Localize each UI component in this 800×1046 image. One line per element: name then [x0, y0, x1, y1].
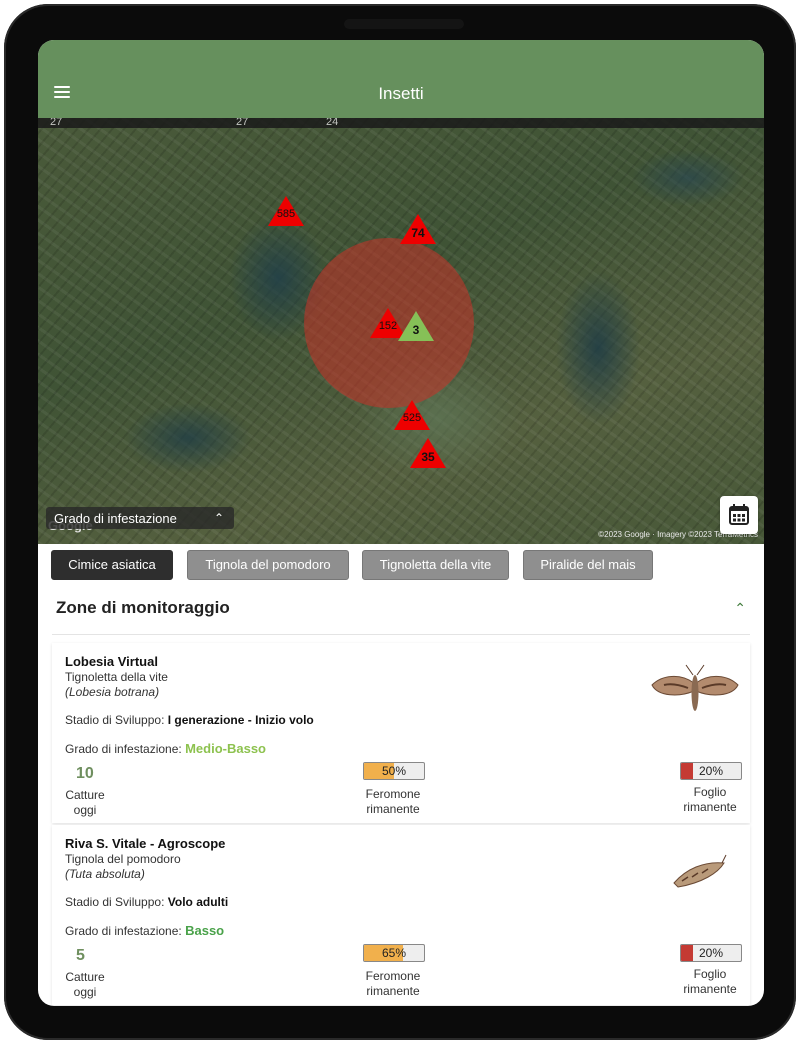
- catch-count: 5: [76, 947, 85, 964]
- pheromone-percent: 65%: [381, 946, 407, 960]
- sheet-label: Foglio rimanente: [683, 967, 737, 996]
- calendar-icon: [729, 504, 749, 525]
- divider: [52, 634, 750, 635]
- catch-count-label: Catture oggi: [65, 788, 105, 817]
- marker-count: 74: [411, 226, 425, 240]
- camera-notch: [344, 19, 464, 29]
- zone-name: Riva S. Vitale - Agroscope: [65, 836, 226, 851]
- chevron-up-icon[interactable]: ⌃: [734, 600, 746, 617]
- marker-count: 35: [421, 450, 435, 464]
- insect-scientific-name: (Tuta absoluta): [65, 867, 145, 881]
- pheromone-label: Feromone rimanente: [365, 787, 421, 816]
- tab-cimice-asiatica[interactable]: Cimice asiatica: [51, 550, 173, 580]
- legend-toggle-button[interactable]: Grado di infestazione ⌃: [46, 507, 234, 529]
- development-stage: Stadio di Sviluppo: I generazione - Iniz…: [65, 713, 314, 727]
- map-marker[interactable]: 585: [268, 196, 304, 226]
- map-marker[interactable]: 3: [398, 311, 434, 341]
- insect-scientific-name: (Lobesia botrana): [65, 685, 160, 699]
- map-top-label: 27: [236, 118, 249, 128]
- sheet-progress-bar: 20%: [680, 762, 742, 780]
- page-title: Insetti: [378, 84, 424, 103]
- stage-label: Stadio di Sviluppo:: [65, 713, 165, 727]
- satellite-map[interactable]: 27 27 24 585 74 152 3 525 35 Goog: [38, 118, 764, 544]
- chevron-up-icon: ⌃: [213, 511, 224, 525]
- map-marker[interactable]: 74: [400, 214, 436, 244]
- grade-label: Grado di infestazione:: [65, 924, 182, 938]
- tab-piralide-del-mais[interactable]: Piralide del mais: [523, 550, 653, 580]
- app-bar: Insetti: [38, 40, 764, 118]
- map-top-label: 27: [50, 118, 63, 128]
- sheet-percent: 20%: [698, 764, 724, 778]
- pheromone-label: Feromone rimanente: [365, 969, 421, 998]
- sheet-label: Foglio rimanente: [683, 785, 737, 814]
- grade-value: Medio-Basso: [185, 741, 266, 756]
- grade-label: Grado di infestazione:: [65, 742, 182, 756]
- insect-common-name: Tignoletta della vite: [65, 670, 168, 684]
- pheromone-progress-bar: 50%: [363, 762, 425, 780]
- tab-tignoletta-della-vite[interactable]: Tignoletta della vite: [362, 550, 509, 580]
- calendar-button[interactable]: [720, 496, 758, 534]
- zone-name: Lobesia Virtual: [65, 654, 158, 669]
- app-screen: Insetti 27 27 24 585 74 152 3 525 35 Gra…: [38, 40, 764, 1006]
- infestation-grade: Grado di infestazione: Basso: [65, 923, 224, 938]
- grade-value: Basso: [185, 923, 225, 938]
- moth-image: [651, 664, 739, 711]
- map-marker[interactable]: 525: [394, 400, 430, 430]
- pheromone-progress-bar: 65%: [363, 944, 425, 962]
- map-top-strip: 27 27 24: [38, 118, 764, 128]
- development-stage: Stadio di Sviluppo: Volo adulti: [65, 895, 228, 909]
- map-marker[interactable]: 35: [410, 438, 446, 468]
- sheet-progress-bar: 20%: [680, 944, 742, 962]
- tab-tignola-del-pomodoro[interactable]: Tignola del pomodoro: [187, 550, 349, 580]
- stage-value: Volo adulti: [167, 895, 229, 909]
- insect-common-name: Tignola del pomodoro: [65, 852, 181, 866]
- sheet-percent: 20%: [698, 946, 724, 960]
- insect-tabs: Cimice asiatica Tignola del pomodoro Tig…: [38, 544, 764, 590]
- section-title: Zone di monitoraggio: [56, 598, 230, 617]
- catch-count-label: Catture oggi: [65, 970, 105, 999]
- marker-count: 3: [412, 323, 420, 337]
- monitoring-zone-card[interactable]: Lobesia Virtual Tignoletta della vite (L…: [52, 643, 750, 823]
- catch-count: 10: [76, 765, 94, 782]
- stage-value: I generazione - Inizio volo: [167, 713, 314, 727]
- map-top-label: 24: [326, 118, 339, 128]
- stage-label: Stadio di Sviluppo:: [65, 895, 165, 909]
- marker-count: 585: [276, 208, 296, 220]
- marker-count: 525: [402, 412, 422, 424]
- pheromone-percent: 50%: [381, 764, 407, 778]
- legend-label: Grado di infestazione: [54, 511, 177, 526]
- monitoring-zone-card[interactable]: Riva S. Vitale - Agroscope Tignola del p…: [52, 825, 750, 1005]
- moth-image: [673, 854, 727, 888]
- infestation-grade: Grado di infestazione: Medio-Basso: [65, 741, 266, 756]
